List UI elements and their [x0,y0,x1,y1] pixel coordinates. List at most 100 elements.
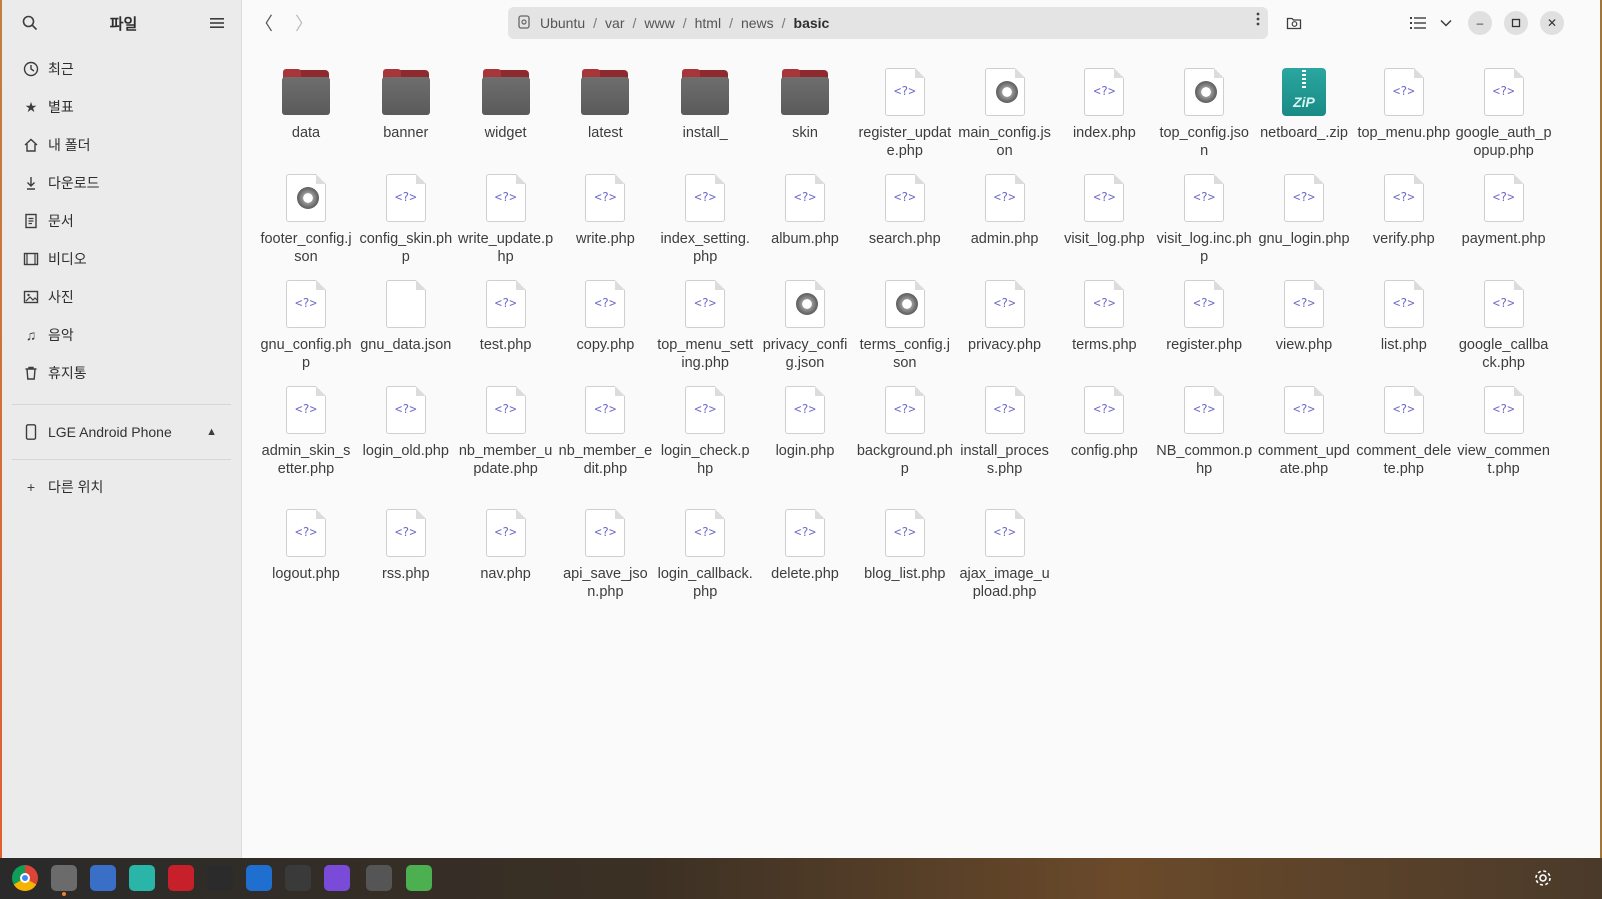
folder-item[interactable]: widget [458,68,554,142]
close-icon[interactable]: ✕ [1540,11,1564,35]
file-item[interactable]: <?> admin.php [957,174,1053,248]
file-item[interactable]: <?> login_old.php [358,386,454,460]
breadcrumb-html[interactable]: html [687,15,729,31]
sidebar-item-pictures[interactable]: 사진 [2,278,241,316]
obs-icon[interactable] [285,865,311,891]
chevron-down-icon[interactable] [1434,11,1458,35]
file-item[interactable]: <?> config.php [1056,386,1152,460]
app-grid-icon[interactable] [90,865,116,891]
file-item[interactable]: <?> test.php [458,280,554,354]
file-item[interactable]: terms_config.json [857,280,953,372]
file-item[interactable]: top_config.json [1156,68,1252,160]
kebab-menu-icon[interactable] [1256,12,1260,29]
sidebar-item-starred[interactable]: ★ 별표 [2,88,241,126]
pathbar[interactable]: Ubuntu / var / www / html / news / basic [508,7,1268,39]
sidebar-item-music[interactable]: ♫ 음악 [2,316,241,354]
file-item[interactable]: <?> view.php [1256,280,1352,354]
folder-item[interactable]: install_ [657,68,753,142]
file-item[interactable]: privacy_config.json [757,280,853,372]
messenger-icon[interactable] [129,865,155,891]
file-item[interactable]: <?> google_callback.php [1456,280,1552,372]
file-item[interactable]: <?> write.php [557,174,653,248]
file-item[interactable]: <?> list.php [1356,280,1452,354]
file-item[interactable]: <?> search.php [857,174,953,248]
file-item[interactable]: <?> view_comment.php [1456,386,1552,478]
file-item[interactable]: <?> visit_log.php [1056,174,1152,248]
file-item[interactable]: <?> login.php [757,386,853,460]
file-item[interactable]: <?> write_update.php [458,174,554,266]
file-item[interactable]: <?> nav.php [458,509,554,583]
file-item[interactable]: <?> delete.php [757,509,853,583]
file-item[interactable]: <?> privacy.php [957,280,1053,354]
file-item[interactable]: <?> terms.php [1056,280,1152,354]
search-icon[interactable] [18,11,42,35]
file-item[interactable]: <?> gnu_config.php [258,280,354,372]
folder-item[interactable]: latest [557,68,653,142]
file-item[interactable]: ZiP netboard_.zip [1256,68,1352,142]
file-item[interactable]: <?> comment_delete.php [1356,386,1452,478]
files-icon[interactable] [51,865,77,896]
file-item[interactable]: <?> index.php [1056,68,1152,142]
sidebar-item-android-phone[interactable]: LGE Android Phone ▲ [2,413,241,451]
file-item[interactable]: <?> top_menu.php [1356,68,1452,142]
folder-item[interactable]: banner [358,68,454,142]
sidebar-item-downloads[interactable]: 다운로드 [2,164,241,202]
filezilla-icon[interactable] [168,865,194,891]
file-item[interactable]: <?> register_update.php [857,68,953,160]
file-item[interactable]: <?> register.php [1156,280,1252,354]
minimize-icon[interactable]: – [1468,11,1492,35]
breadcrumb-basic[interactable]: basic [786,15,838,31]
file-item[interactable]: <?> gnu_login.php [1256,174,1352,248]
file-item[interactable]: <?> config_skin.php [358,174,454,266]
file-item[interactable]: <?> comment_update.php [1256,386,1352,478]
file-item[interactable]: <?> album.php [757,174,853,248]
breadcrumb-var[interactable]: var [597,15,632,31]
breadcrumb-ubuntu[interactable]: Ubuntu [532,15,593,31]
folder-item[interactable]: skin [757,68,853,142]
file-item[interactable]: <?> NB_common.php [1156,386,1252,478]
file-item[interactable]: <?> logout.php [258,509,354,583]
eject-icon[interactable]: ▲ [206,426,217,438]
sidebar-item-recent[interactable]: 최근 [2,50,241,88]
breadcrumb-news[interactable]: news [733,15,782,31]
sidebar-item-videos[interactable]: 비디오 [2,240,241,278]
file-item[interactable]: <?> rss.php [358,509,454,583]
file-item[interactable]: <?> nb_member_edit.php [557,386,653,478]
file-item[interactable]: <?> admin_skin_setter.php [258,386,354,478]
file-item[interactable]: <?> verify.php [1356,174,1452,248]
file-item[interactable]: gnu_data.json [358,280,454,354]
file-item[interactable]: <?> login_check.php [657,386,753,478]
sidebar-item-trash[interactable]: 휴지통 [2,354,241,392]
app-p-icon[interactable] [324,865,350,891]
hamburger-menu-icon[interactable] [205,11,229,35]
file-item[interactable]: <?> copy.php [557,280,653,354]
recycle-icon[interactable] [406,865,432,891]
file-item[interactable]: main_config.json [957,68,1053,160]
search-folder-icon[interactable] [1282,11,1306,35]
breadcrumb-www[interactable]: www [636,15,682,31]
file-item[interactable]: <?> index_setting.php [657,174,753,266]
chrome-icon[interactable] [12,865,38,891]
file-item[interactable]: <?> install_process.php [957,386,1053,478]
back-icon[interactable]: 〈 [252,11,276,35]
file-item[interactable]: <?> visit_log.inc.php [1156,174,1252,266]
forward-icon[interactable]: 〉 [292,11,316,35]
file-item[interactable]: <?> ajax_image_upload.php [957,509,1053,601]
file-item[interactable]: <?> background.php [857,386,953,478]
vscode-icon[interactable] [246,865,272,891]
file-item[interactable]: <?> top_menu_setting.php [657,280,753,372]
file-item[interactable]: <?> google_auth_popup.php [1456,68,1552,160]
sidebar-item-home[interactable]: 내 폴더 [2,126,241,164]
sidebar-item-other-locations[interactable]: + 다른 위치 [2,468,241,506]
phone-device-icon[interactable] [366,865,392,891]
file-item[interactable]: <?> api_save_json.php [557,509,653,601]
file-item[interactable]: <?> nb_member_update.php [458,386,554,478]
file-item[interactable]: <?> payment.php [1456,174,1552,248]
file-item[interactable]: <?> login_callback.php [657,509,753,601]
sidebar-item-documents[interactable]: 문서 [2,202,241,240]
folder-item[interactable]: data [258,68,354,142]
maximize-icon[interactable] [1504,11,1528,35]
file-item[interactable]: <?> blog_list.php [857,509,953,583]
settings-icon[interactable] [1530,865,1556,891]
list-view-icon[interactable] [1406,11,1430,35]
